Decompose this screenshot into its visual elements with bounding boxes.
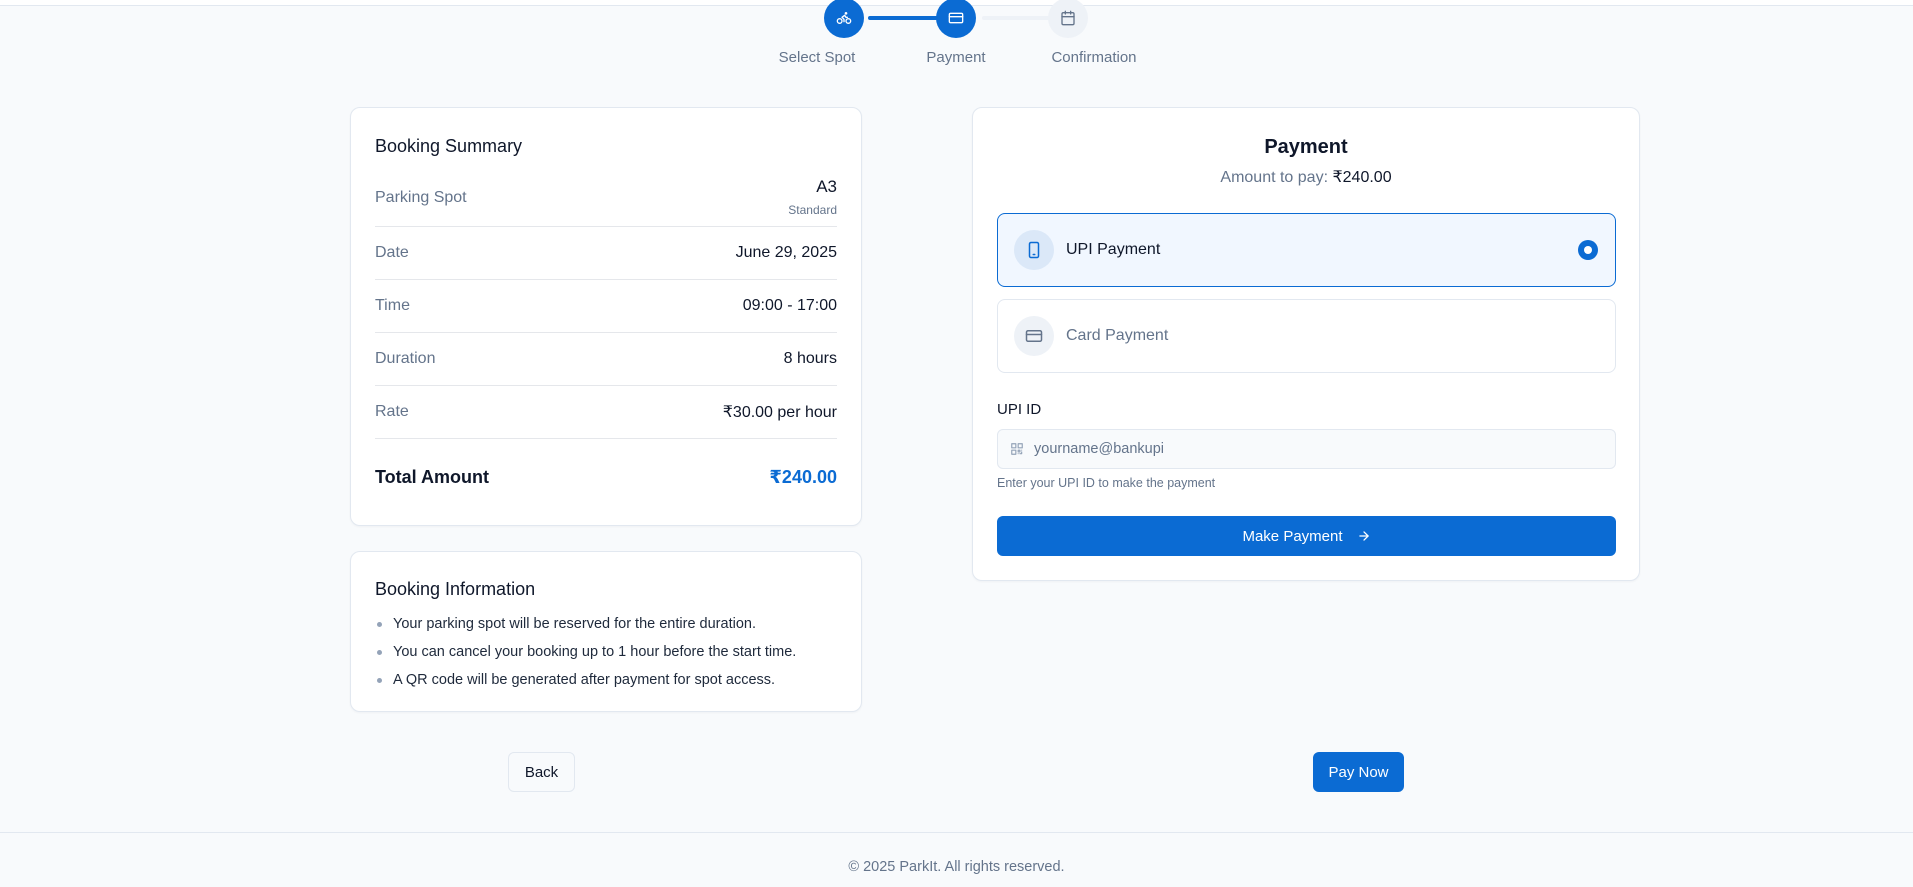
page-footer: © 2025 ParkIt. All rights reserved.	[0, 832, 1913, 887]
time-label: Time	[375, 297, 410, 314]
summary-row-duration: Duration 8 hours	[375, 333, 837, 386]
step-label-select-spot: Select Spot	[778, 49, 856, 66]
summary-row-rate: Rate ₹30.00 per hour	[375, 386, 837, 439]
arrow-right-icon	[1358, 531, 1369, 541]
duration-value: 8 hours	[783, 350, 837, 367]
copyright-text: © 2025 ParkIt. All rights reserved.	[848, 859, 1065, 875]
payment-method-upi[interactable]: UPI Payment	[997, 213, 1616, 287]
upi-id-label: UPI ID	[997, 401, 1042, 418]
amount-prefix: Amount to pay:	[1220, 169, 1329, 186]
date-value: June 29, 2025	[735, 244, 837, 261]
rate-value: ₹30.00 per hour	[722, 404, 837, 421]
step-label-confirmation: Confirmation	[1051, 49, 1137, 66]
payment-title: Payment	[1264, 136, 1348, 158]
amount-to-pay: Amount to pay: ₹240.00	[997, 167, 1615, 187]
card-icon	[948, 12, 964, 24]
bullet-icon	[377, 621, 382, 627]
payment-method-card[interactable]: Card Payment	[997, 299, 1616, 373]
summary-total-row: Total Amount ₹240.00	[375, 439, 837, 515]
card-icon	[1014, 316, 1054, 356]
booking-information-card: Booking Information Your parking spot wi…	[350, 551, 862, 712]
upi-payment-label: UPI Payment	[1066, 241, 1161, 258]
progress-stepper: Select Spot Payment Confirmation	[0, 0, 1913, 70]
upi-helper-text: Enter your UPI ID to make the payment	[997, 476, 1216, 490]
bike-icon	[836, 12, 852, 24]
spot-value-group: A3 Standard	[788, 177, 837, 217]
step-select-spot	[824, 0, 864, 38]
phone-icon	[1014, 230, 1054, 270]
spot-value: A3	[816, 177, 837, 196]
step-label-payment: Payment	[926, 49, 986, 66]
step-connector-completed	[868, 16, 938, 20]
pay-now-button[interactable]: Pay Now	[1313, 752, 1404, 792]
back-button[interactable]: Back	[508, 752, 575, 792]
booking-summary-title: Booking Summary	[375, 136, 523, 156]
booking-information-list: Your parking spot will be reserved for t…	[375, 610, 837, 694]
info-item-text: Your parking spot will be reserved for t…	[393, 616, 756, 632]
payment-card: Payment Amount to pay: ₹240.00 UPI Payme…	[972, 107, 1640, 581]
calendar-icon	[1061, 10, 1075, 26]
spot-type: Standard	[788, 203, 837, 217]
upi-id-input[interactable]	[1034, 441, 1594, 457]
summary-row-time: Time 09:00 - 17:00	[375, 280, 837, 333]
upi-id-field[interactable]	[997, 429, 1616, 469]
total-value: ₹240.00	[769, 466, 837, 487]
step-confirmation	[1048, 0, 1088, 38]
amount-value: ₹240.00	[1332, 169, 1392, 186]
date-label: Date	[375, 244, 409, 261]
bullet-icon	[377, 677, 382, 683]
make-payment-button[interactable]: Make Payment	[997, 516, 1616, 556]
summary-row-spot: Parking Spot A3 Standard	[375, 171, 837, 227]
total-label: Total Amount	[375, 466, 489, 487]
step-connector-pending	[982, 16, 1050, 20]
step-payment	[936, 0, 976, 38]
duration-label: Duration	[375, 350, 436, 367]
booking-summary-card: Booking Summary Parking Spot A3 Standard…	[350, 107, 862, 526]
upi-radio-selected[interactable]	[1578, 240, 1598, 260]
bullet-icon	[377, 649, 382, 655]
make-payment-label: Make Payment	[1242, 527, 1343, 545]
info-item-text: You can cancel your booking up to 1 hour…	[393, 644, 797, 660]
list-item: You can cancel your booking up to 1 hour…	[375, 638, 837, 666]
spot-label: Parking Spot	[375, 189, 467, 206]
list-item: A QR code will be generated after paymen…	[375, 666, 837, 694]
qr-code-icon	[1011, 443, 1023, 455]
rate-label: Rate	[375, 403, 409, 420]
summary-row-date: Date June 29, 2025	[375, 227, 837, 280]
time-value: 09:00 - 17:00	[742, 297, 837, 314]
card-payment-label: Card Payment	[1066, 327, 1169, 344]
list-item: Your parking spot will be reserved for t…	[375, 610, 837, 638]
booking-information-title: Booking Information	[375, 579, 536, 599]
info-item-text: A QR code will be generated after paymen…	[393, 672, 776, 688]
